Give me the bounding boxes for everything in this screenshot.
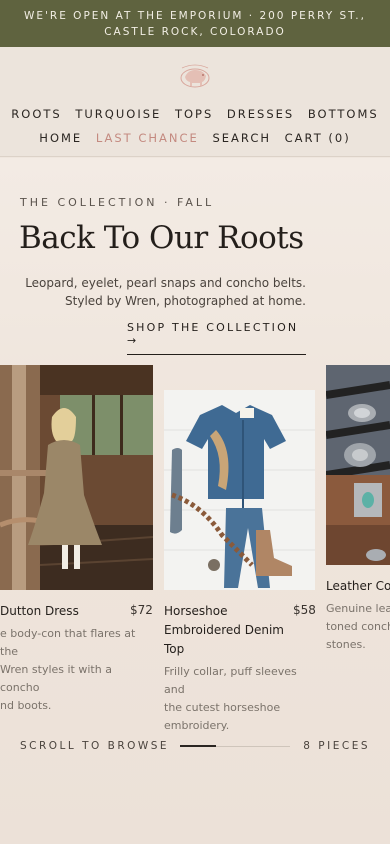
- nav-item-bottoms[interactable]: BOTTOMS: [308, 107, 379, 121]
- nav-item-dresses[interactable]: DRESSES: [227, 107, 294, 121]
- blurb-line: Wren styles it with a concho: [0, 663, 112, 694]
- blurb-line: e body-con that flares at the: [0, 627, 136, 658]
- product-price: $58: [293, 603, 316, 617]
- blurb-line: Genuine leat: [326, 602, 390, 615]
- product-blurb: Genuine leat toned concho stones.: [326, 600, 390, 654]
- nav-primary: ROOTS TURQUOISE TOPS DRESSES BOTTOMS: [0, 107, 390, 121]
- nav-secondary: HOME LAST CHANCE SEARCH CART (0): [0, 131, 390, 145]
- collection-eyebrow: THE COLLECTION · FALL: [20, 196, 215, 209]
- name-line: Embroidered Denim: [164, 623, 284, 637]
- collection-title: Back To Our Roots: [19, 220, 304, 256]
- product-price: $72: [130, 603, 153, 617]
- blurb-line: nd boots.: [0, 699, 52, 712]
- blurb-line: embroidery.: [164, 719, 230, 732]
- description-line-1: Leopard, eyelet, pearl snaps and concho …: [25, 276, 306, 290]
- collection-section: THE COLLECTION · FALL Back To Our Roots …: [0, 158, 390, 844]
- announcement-line-1: WE'RE OPEN AT THE EMPORIUM · 200 PERRY S…: [24, 10, 366, 22]
- scroll-thumb[interactable]: [180, 745, 217, 747]
- product-name[interactable]: Leather Con: [326, 577, 390, 596]
- product-name[interactable]: Dutton Dress: [0, 602, 79, 621]
- name-line: Top: [164, 642, 185, 656]
- nav-item-last-chance[interactable]: LAST CHANCE: [96, 131, 199, 145]
- announcement-line-2: CASTLE ROCK, COLORADO: [104, 26, 286, 38]
- nav-item-search[interactable]: SEARCH: [212, 131, 271, 145]
- nav-item-cart[interactable]: CART (0): [285, 131, 351, 145]
- shop-collection-link[interactable]: SHOP THE COLLECTION →: [127, 321, 306, 355]
- site-header: ROOTS TURQUOISE TOPS DRESSES BOTTOMS HOM…: [0, 47, 390, 157]
- buffalo-logo-icon[interactable]: [176, 63, 214, 91]
- nav-item-roots[interactable]: ROOTS: [11, 107, 61, 121]
- nav-item-turquoise[interactable]: TURQUOISE: [75, 107, 161, 121]
- collection-description: Leopard, eyelet, pearl snaps and concho …: [0, 274, 306, 310]
- description-line-2: Styled by Wren, photographed at home.: [65, 294, 306, 308]
- scroll-indicator: SCROLL TO BROWSE 8 PIECES: [20, 740, 370, 754]
- product-blurb: Frilly collar, puff sleeves and the cute…: [164, 663, 314, 735]
- product-card-horseshoe-top[interactable]: Horseshoe Embroidered Denim Top $58 Fril…: [164, 390, 316, 732]
- scroll-label: SCROLL TO BROWSE: [20, 740, 170, 752]
- product-image-dutton-dress[interactable]: [0, 365, 153, 590]
- product-name[interactable]: Horseshoe Embroidered Denim Top: [164, 602, 284, 659]
- product-card-leather-concho[interactable]: Leather Con Genuine leat toned concho st…: [326, 365, 390, 695]
- piece-count: 8 PIECES: [303, 740, 370, 752]
- blurb-line: the cutest horseshoe: [164, 701, 281, 714]
- nav-item-tops[interactable]: TOPS: [175, 107, 213, 121]
- nav-item-home[interactable]: HOME: [39, 131, 82, 145]
- blurb-line: Frilly collar, puff sleeves and: [164, 665, 297, 696]
- product-blurb: e body-con that flares at the Wren style…: [0, 625, 150, 715]
- product-image-horseshoe-top[interactable]: [164, 390, 315, 590]
- product-image-leather-concho[interactable]: [326, 365, 390, 565]
- blurb-line: stones.: [326, 638, 366, 651]
- name-line: Horseshoe: [164, 604, 228, 618]
- announcement-bar: WE'RE OPEN AT THE EMPORIUM · 200 PERRY S…: [0, 0, 390, 47]
- product-card-dutton-dress[interactable]: Dutton Dress $72 e body-con that flares …: [0, 365, 155, 712]
- blurb-line: toned concho: [326, 620, 390, 633]
